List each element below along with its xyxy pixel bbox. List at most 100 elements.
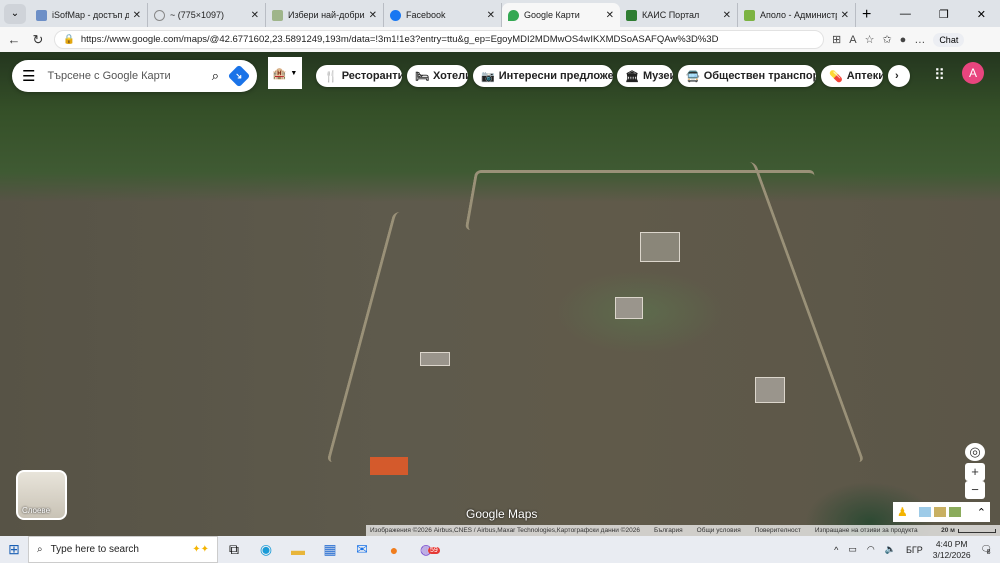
satellite-map[interactable]: ☰ Търсене с Google Карти ⌕ ➜ 🏨 ▼ 🍴 Рестора…	[0, 52, 1000, 536]
new-tab-button[interactable]: +	[862, 6, 871, 24]
refresh-button[interactable]: ↻	[30, 32, 46, 48]
dirt-road	[326, 212, 514, 462]
favicon	[36, 9, 47, 21]
minimize-button[interactable]: —	[900, 8, 911, 21]
close-icon[interactable]: ✕	[369, 10, 377, 21]
google-apps-icon[interactable]: ⠿	[934, 66, 945, 84]
footer-link-privacy[interactable]: Поверителност	[755, 527, 801, 534]
viber-icon[interactable]: ◍ 59	[410, 541, 442, 558]
chip-museums[interactable]: 🏛 Музеи	[617, 65, 673, 87]
chip-things-to-do[interactable]: 📷Интересни предложен...	[473, 65, 613, 87]
imagery-bar: ♟ ⌃	[893, 502, 990, 522]
close-icon[interactable]: ✕	[606, 10, 614, 21]
search-icon: ⌕	[37, 544, 43, 555]
hotel-icon: 🛏	[415, 70, 429, 83]
favorites-icon[interactable]: ✩	[882, 33, 891, 46]
language-indicator[interactable]: БГР	[906, 545, 923, 555]
attribution: Изображения ©2026 Airbus,CNES / Airbus,M…	[370, 527, 640, 534]
pegman-icon[interactable]: ♟	[897, 505, 908, 519]
imagery-thumbnail[interactable]	[933, 507, 946, 517]
tab-apolo[interactable]: Аполо - Администрат✕	[738, 3, 856, 27]
file-explorer-icon[interactable]: ▬	[282, 542, 314, 558]
read-aloud-icon[interactable]: A	[849, 34, 856, 46]
tab-izberi[interactable]: Избери най-добрия б✕	[266, 3, 384, 27]
wifi-icon[interactable]: ◠	[867, 544, 875, 555]
favicon	[272, 9, 283, 21]
close-icon[interactable]: ✕	[487, 10, 495, 21]
windows-start-button[interactable]: ⊞	[0, 541, 28, 558]
building	[615, 297, 643, 319]
scale-line	[958, 528, 996, 533]
chip-restaurants[interactable]: 🍴 Ресторанти	[316, 65, 402, 87]
close-icon[interactable]: ✕	[841, 10, 849, 21]
google-maps-logo: Google Maps	[466, 507, 538, 521]
account-avatar[interactable]: A	[962, 62, 984, 84]
building	[640, 232, 680, 262]
chips-next-button[interactable]: ›	[888, 65, 910, 87]
layers-label: Слоеве	[22, 506, 51, 515]
taskbar-search[interactable]: ⌕ Type here to search ✦✦	[28, 536, 218, 563]
bus-icon: 🚍	[686, 70, 700, 83]
chip-hotels[interactable]: 🛏 Хотели	[407, 65, 468, 87]
facebook-icon	[390, 9, 401, 21]
address-bar[interactable]: 🔒 https://www.google.com/maps/@42.6771602…	[54, 30, 824, 49]
footer-link-terms[interactable]: Общи условия	[697, 527, 741, 534]
layers-button[interactable]: Слоеве	[16, 470, 67, 520]
tab-image[interactable]: ~ (775×1097) ✕	[148, 3, 266, 27]
maps-search-box[interactable]: ☰ Търсене с Google Карти ⌕ ➜	[12, 60, 257, 92]
taskbar: ⊞ ⌕ Type here to search ✦✦ ⧉ ◉ ▬ ▦ ✉ ● ◍ 59…	[0, 536, 1000, 563]
location-icon: ◎	[969, 444, 981, 459]
footer-link-country[interactable]: България	[654, 527, 683, 534]
mail-icon[interactable]: ✉	[346, 541, 378, 558]
imagery-thumbnail[interactable]	[918, 507, 931, 517]
hotel-filter-button[interactable]: 🏨 ▼	[268, 57, 302, 89]
favicon	[626, 9, 637, 21]
camera-icon: 📷	[481, 70, 495, 83]
volume-icon[interactable]: 🔈	[885, 544, 896, 555]
back-button[interactable]: ←	[6, 32, 22, 47]
copilot-chat-button[interactable]: Chat	[933, 32, 965, 47]
expand-icon[interactable]: ⌃	[977, 506, 986, 519]
apps-icon[interactable]: ⊞	[832, 33, 841, 46]
tab-google-maps[interactable]: Google Карти ✕	[502, 3, 620, 27]
imagery-thumbnail[interactable]	[948, 507, 961, 517]
maps-pin-icon	[508, 9, 519, 21]
zoom-in-button[interactable]: +	[965, 463, 985, 481]
restaurant-icon: 🍴	[324, 70, 338, 83]
chip-pharmacies[interactable]: 💊 Аптеки	[821, 65, 883, 87]
store-icon[interactable]: ▦	[314, 541, 346, 558]
clock[interactable]: 4:40 PM 3/12/2026	[933, 539, 971, 561]
chip-transit[interactable]: 🚍 Обществен транспорт	[678, 65, 816, 87]
directions-icon[interactable]: ➜	[227, 64, 251, 88]
profile-icon[interactable]: ●	[900, 34, 907, 46]
tab-facebook[interactable]: Facebook ✕	[384, 3, 502, 27]
dirt-road	[645, 162, 865, 462]
task-view-icon[interactable]: ⧉	[218, 541, 250, 558]
menu-icon[interactable]: ☰	[22, 67, 35, 85]
avast-icon[interactable]: ●	[378, 542, 410, 558]
scale-bar[interactable]: 20 м	[941, 527, 996, 534]
notifications-icon[interactable]: 🗨 8	[981, 544, 992, 556]
building	[420, 352, 450, 366]
chevron-right-icon: ›	[895, 70, 899, 82]
edge-icon[interactable]: ◉	[250, 541, 282, 558]
tab-isofmap[interactable]: iSofMap - достъп до ц✕	[30, 3, 148, 27]
footer-link-feedback[interactable]: Изпращане на отзиви за продукта	[815, 527, 918, 534]
search-icon[interactable]: ⌕	[212, 68, 219, 84]
close-icon[interactable]: ✕	[251, 10, 259, 21]
close-icon[interactable]: ✕	[133, 10, 141, 21]
tab-actions-button[interactable]: ⌄	[4, 4, 26, 24]
lock-icon: 🔒	[63, 34, 75, 45]
close-icon[interactable]: ✕	[723, 10, 731, 21]
restore-button[interactable]: ❐	[939, 8, 949, 21]
building	[755, 377, 785, 403]
battery-icon[interactable]: ▭	[848, 544, 857, 555]
zoom-out-button[interactable]: −	[965, 481, 985, 499]
chevron-up-icon[interactable]: ^	[834, 545, 838, 555]
more-icon[interactable]: …	[914, 34, 925, 46]
tab-kais[interactable]: КАИС Портал ✕	[620, 3, 738, 27]
close-window-button[interactable]: ✕	[977, 8, 986, 21]
my-location-button[interactable]: ◎	[965, 443, 985, 461]
favorite-star-icon[interactable]: ☆	[865, 33, 875, 46]
sparkle-icon: ✦✦	[192, 544, 209, 555]
